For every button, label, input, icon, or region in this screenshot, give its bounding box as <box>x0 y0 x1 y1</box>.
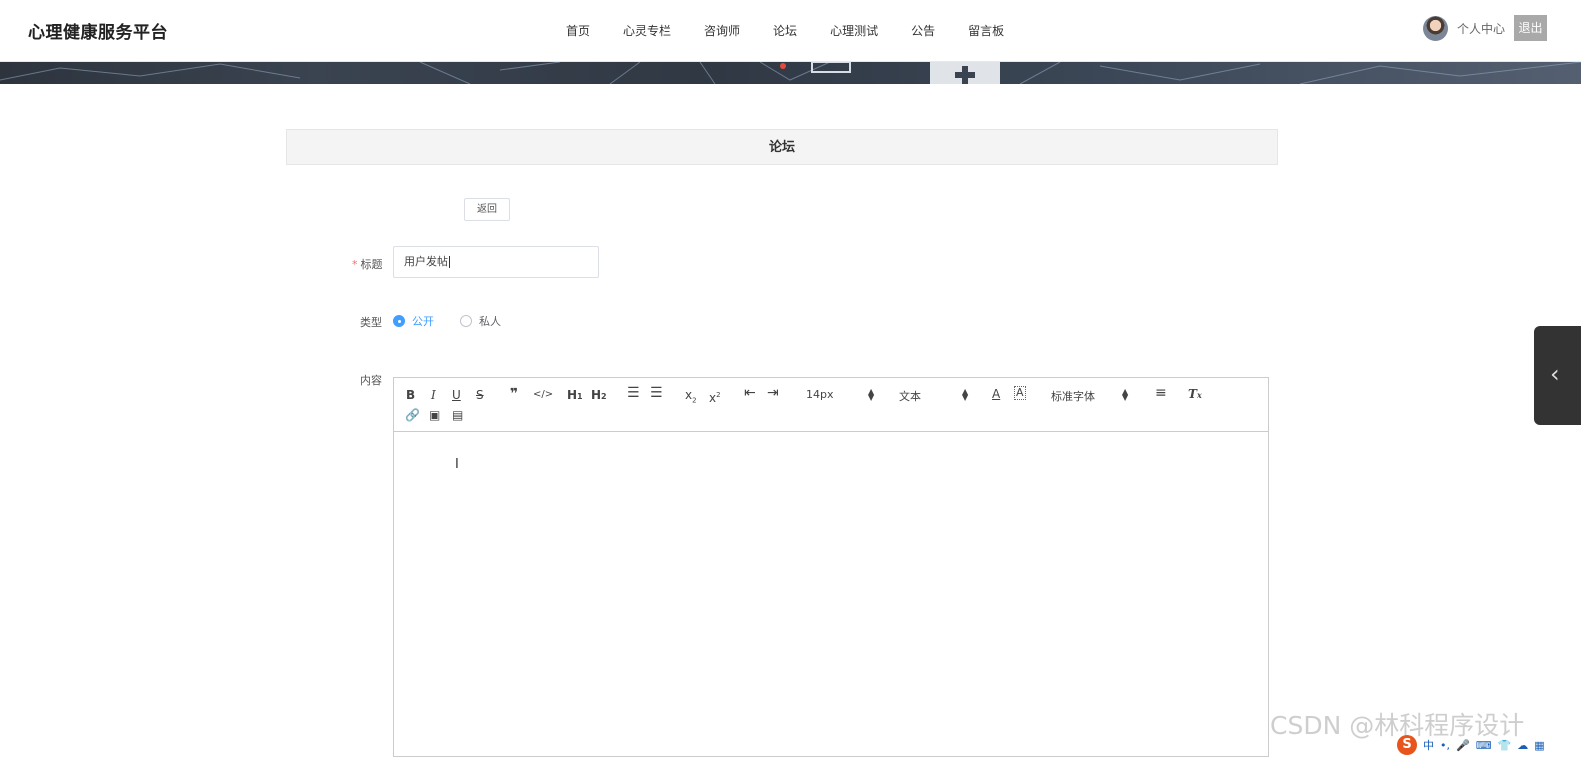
side-drawer-toggle[interactable]: ‹ <box>1534 326 1581 425</box>
background-color-icon[interactable]: A <box>1014 386 1026 400</box>
punctuation-icon[interactable]: •, <box>1440 739 1450 752</box>
back-button[interactable]: 返回 <box>464 198 510 221</box>
superscript-icon[interactable]: x2 <box>709 387 721 406</box>
header-1-icon[interactable]: H1 <box>567 387 583 405</box>
main-nav: 首页 心灵专栏 咨询师 论坛 心理测试 公告 留言板 <box>566 22 1037 39</box>
banner-graphic <box>0 62 1581 84</box>
type-label: 类型 <box>360 316 382 329</box>
blockquote-icon[interactable]: ❞ <box>510 386 518 402</box>
user-center-link[interactable]: 个人中心 <box>1457 20 1505 37</box>
ordered-list-icon[interactable]: ☰ <box>627 385 640 401</box>
outdent-icon[interactable]: ⇤ <box>744 385 756 401</box>
font-size-caret-icon[interactable]: ▲ ▼ <box>868 388 874 402</box>
radio-private[interactable]: 私人 <box>460 313 501 329</box>
radio-public-label[interactable]: 公开 <box>412 313 434 329</box>
user-area: 个人中心 退出 <box>1422 15 1547 41</box>
underline-icon[interactable]: U <box>452 387 461 403</box>
editor-toolbar: B I U S ❞ </> H1 H2 ☰ ☰ x2 x2 ⇤ ⇥ 14px ▲… <box>394 378 1268 432</box>
clear-format-icon[interactable]: Tx <box>1188 386 1202 403</box>
editor-content-area[interactable] <box>394 432 1268 757</box>
ime-toolbar: S 中 •, 🎤 ⌨ 👕 ☁ ▦ <box>1397 733 1581 757</box>
sogou-logo-icon[interactable]: S <box>1397 735 1417 755</box>
keyboard-icon[interactable]: ⌨ <box>1476 739 1492 752</box>
required-mark: * <box>352 258 358 271</box>
nav-psych-test[interactable]: 心理测试 <box>830 22 878 39</box>
toolbox-icon[interactable]: ▦ <box>1534 739 1544 752</box>
ime-mode[interactable]: 中 <box>1423 737 1434 753</box>
title-label-wrap: * 标题 <box>352 256 383 272</box>
bold-icon[interactable]: B <box>406 387 415 403</box>
radio-private-label[interactable]: 私人 <box>479 313 501 329</box>
title-label: 标题 <box>360 258 383 271</box>
font-family-select[interactable]: 标准字体 <box>1051 388 1095 404</box>
header-2-icon[interactable]: H2 <box>591 387 607 405</box>
font-color-icon[interactable]: A <box>992 386 1000 402</box>
banner-image <box>0 62 1581 84</box>
cloud-icon[interactable]: ☁ <box>1517 739 1528 752</box>
text-caret <box>449 256 450 268</box>
radio-public[interactable]: 公开 <box>393 313 434 329</box>
nav-message-board[interactable]: 留言板 <box>968 22 1004 39</box>
code-block-icon[interactable]: </> <box>533 387 553 403</box>
title-input[interactable]: 用户发帖 <box>393 246 599 278</box>
video-icon[interactable]: ▤ <box>452 407 463 423</box>
indent-icon[interactable]: ⇥ <box>767 385 779 401</box>
nav-home[interactable]: 首页 <box>566 22 590 39</box>
radio-public-dot[interactable] <box>393 315 405 327</box>
align-icon[interactable]: ≡ <box>1155 385 1167 401</box>
top-header: 心理健康服务平台 首页 心灵专栏 咨询师 论坛 心理测试 公告 留言板 个人中心… <box>0 0 1581 62</box>
mouse-ibeam-cursor: I <box>455 457 459 472</box>
font-size-select[interactable]: 14px <box>806 388 834 401</box>
radio-private-dot[interactable] <box>460 315 472 327</box>
font-family-caret-icon[interactable]: ▲ ▼ <box>1122 388 1128 402</box>
microphone-icon[interactable]: 🎤 <box>1456 739 1470 752</box>
nav-notice[interactable]: 公告 <box>911 22 935 39</box>
chevron-left-icon: ‹ <box>1550 360 1560 388</box>
skin-icon[interactable]: 👕 <box>1498 739 1512 752</box>
rich-text-editor: B I U S ❞ </> H1 H2 ☰ ☰ x2 x2 ⇤ ⇥ 14px ▲… <box>393 377 1269 757</box>
nav-column[interactable]: 心灵专栏 <box>623 22 671 39</box>
site-brand[interactable]: 心理健康服务平台 <box>28 18 168 43</box>
page-title: 论坛 <box>286 129 1278 165</box>
content-label: 内容 <box>360 374 382 387</box>
logout-button[interactable]: 退出 <box>1514 15 1547 41</box>
nav-counselor[interactable]: 咨询师 <box>704 22 740 39</box>
subscript-icon[interactable]: x2 <box>685 387 697 408</box>
strikethrough-icon[interactable]: S <box>476 387 484 403</box>
nav-forum[interactable]: 论坛 <box>773 22 797 39</box>
header-caret-icon[interactable]: ▲ ▼ <box>962 388 968 402</box>
avatar[interactable] <box>1422 15 1448 41</box>
link-icon[interactable]: 🔗 <box>405 407 420 423</box>
title-input-value: 用户发帖 <box>404 255 448 268</box>
bullet-list-icon[interactable]: ☰ <box>650 385 663 401</box>
italic-icon[interactable]: I <box>431 387 436 403</box>
image-icon[interactable]: ▣ <box>429 407 440 423</box>
header-select[interactable]: 文本 <box>899 388 921 404</box>
